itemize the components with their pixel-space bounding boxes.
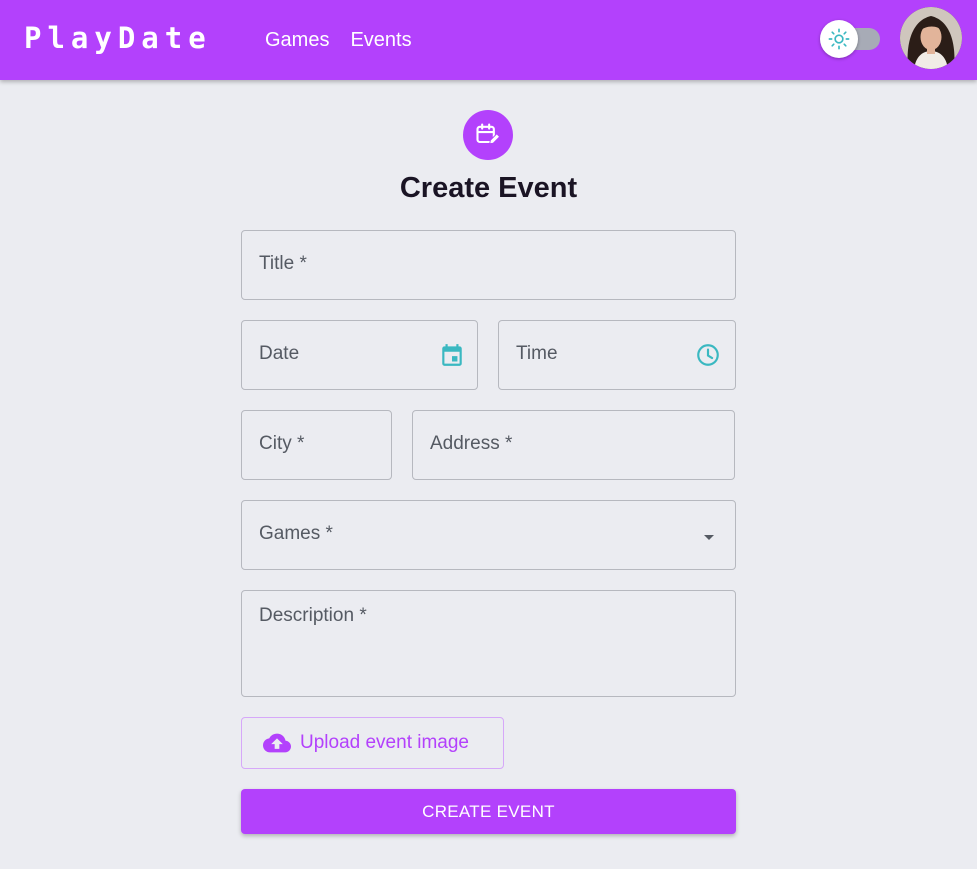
title-field-label: Title * bbox=[259, 253, 307, 274]
address-field-label: Address * bbox=[430, 433, 513, 454]
toggle-thumb bbox=[820, 20, 858, 58]
user-avatar[interactable] bbox=[900, 7, 962, 69]
upload-image-button[interactable]: Upload event image bbox=[241, 717, 504, 769]
create-event-button[interactable]: CREATE EVENT bbox=[241, 789, 736, 834]
avatar-image bbox=[900, 7, 962, 69]
description-field-label: Description * bbox=[259, 605, 367, 626]
nav-link-games[interactable]: Games bbox=[265, 29, 329, 52]
sun-icon bbox=[828, 28, 850, 50]
address-field[interactable]: Address * bbox=[412, 410, 735, 480]
chevron-down-icon bbox=[697, 525, 721, 549]
nav-link-events[interactable]: Events bbox=[350, 29, 411, 52]
city-field-label: City * bbox=[259, 433, 305, 454]
create-event-button-label: CREATE EVENT bbox=[422, 801, 555, 821]
app-bar: PlayDate Games Events bbox=[0, 0, 977, 80]
logo[interactable]: PlayDate bbox=[24, 21, 212, 55]
date-field[interactable]: Date bbox=[241, 320, 478, 390]
cloud-upload-icon bbox=[263, 733, 291, 753]
calendar-icon[interactable] bbox=[438, 341, 466, 369]
title-field[interactable]: Title * bbox=[241, 230, 736, 300]
calendar-edit-icon bbox=[463, 110, 513, 160]
description-field[interactable]: Description * bbox=[241, 590, 736, 697]
time-field-label: Time bbox=[516, 343, 558, 364]
main-nav: Games Events bbox=[265, 29, 412, 52]
clock-icon[interactable] bbox=[694, 341, 722, 369]
games-select[interactable]: Games * bbox=[241, 500, 736, 570]
theme-toggle[interactable] bbox=[820, 20, 882, 58]
page-title: Create Event bbox=[399, 172, 578, 204]
games-select-label: Games * bbox=[259, 523, 333, 544]
upload-button-label: Upload event image bbox=[300, 732, 469, 753]
date-field-label: Date bbox=[259, 343, 300, 364]
time-field[interactable]: Time bbox=[498, 320, 736, 390]
city-field[interactable]: City * bbox=[241, 410, 392, 480]
